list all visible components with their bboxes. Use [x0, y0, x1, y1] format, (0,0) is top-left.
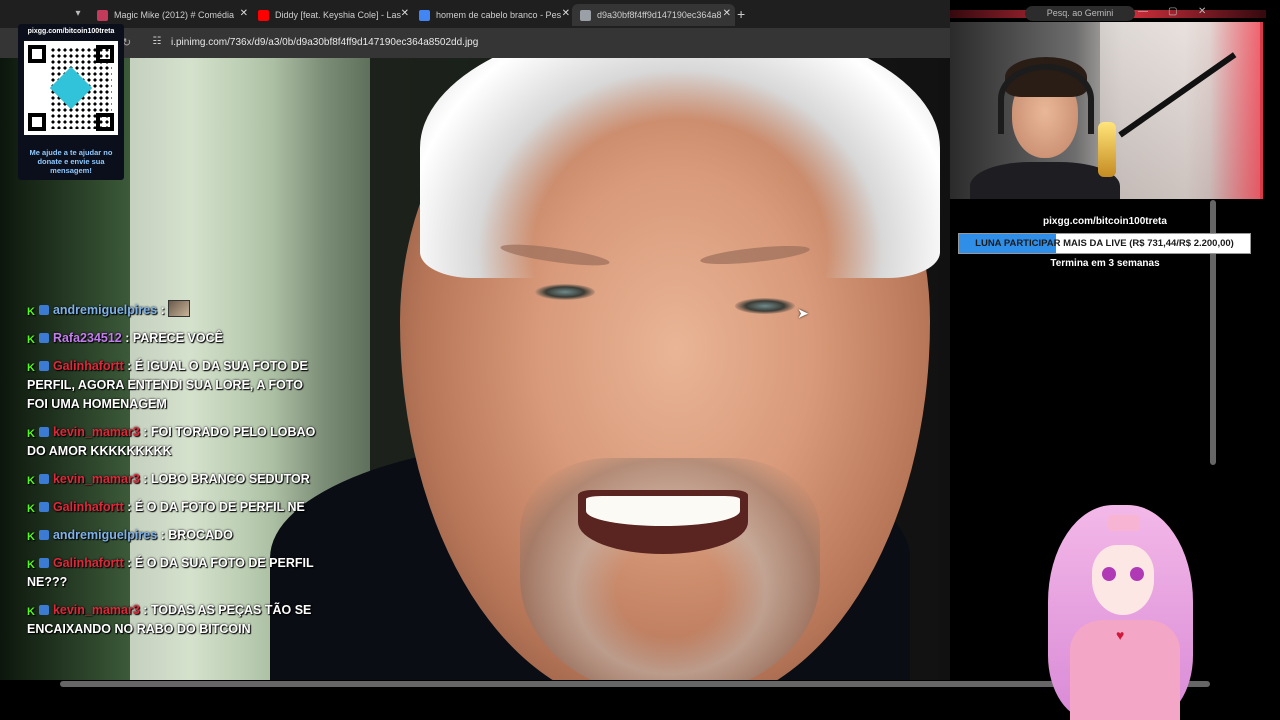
donation-goal-bar: LUNA PARTICIPAR MAIS DA LIVE (R$ 731,44/…	[958, 233, 1251, 254]
donation-message: Me ajude a te ajudar no donate e envie s…	[29, 148, 113, 175]
verified-badge-icon	[38, 502, 49, 512]
kick-badge-icon: K	[27, 362, 35, 374]
tab-3[interactable]: homem de cabelo branco - Pes ✕	[411, 4, 574, 26]
white-hair	[420, 58, 940, 278]
goal-url: pixgg.com/bitcoin100treta	[1043, 216, 1167, 227]
donation-qr-panel: pixgg.com/bitcoin100treta Me ajude a te …	[18, 24, 124, 180]
gemini-search-button[interactable]: Pesq. ao Gemini	[1025, 6, 1135, 21]
teeth	[586, 496, 740, 526]
chat-message: Kkevin_mamar3 : FOI TORADO PELO LOBAO DO…	[27, 425, 316, 458]
verified-badge-icon	[38, 305, 49, 315]
chat-message: K Galinhafortt : É O DA SUA FOTO DE PERFI…	[27, 556, 314, 589]
microphone-icon	[1098, 122, 1116, 177]
mouse-cursor-icon: ➤	[797, 305, 809, 321]
chat-message: K Rafa234512 : PARECE VOCÊ	[27, 331, 223, 346]
chat-username[interactable]: andremiguelpires	[53, 528, 157, 542]
chat-message: Kkevin_mamar3 : TODAS AS PEÇAS TÃO SE EN…	[27, 603, 312, 636]
verified-badge-icon	[38, 558, 49, 568]
chat-username[interactable]: andremiguelpires	[53, 303, 157, 317]
tab-close-icon[interactable]: ✕	[240, 8, 248, 19]
chat-username[interactable]: Galinhafortt	[53, 500, 124, 514]
verified-badge-icon	[38, 605, 49, 615]
chat-text: PARECE VOCÊ	[132, 331, 223, 345]
tab-title: d9a30bf8f4ff9d147190ec364a8	[597, 10, 722, 20]
chat-text: LOBO BRANCO SEDUTOR	[150, 472, 310, 486]
tab-favicon-icon	[97, 9, 108, 21]
chat-username[interactable]: kevin_mamar3	[53, 603, 140, 617]
chat-message: Kandremiguelpires : BROCADO	[27, 528, 233, 543]
streamer-webcam	[950, 22, 1263, 199]
verified-badge-icon	[38, 530, 49, 540]
new-tab-button[interactable]: +	[737, 6, 745, 22]
address-bar: ↻ ☷ i.pinimg.com/736x/d9/a3/0b/d9a30bf8f…	[0, 28, 950, 58]
close-window-icon[interactable]: ✕	[1198, 6, 1206, 17]
tab-title: Diddy [feat. Keyshia Cole] - Las	[275, 10, 402, 20]
goal-ends: Termina em 3 semanas	[1050, 258, 1160, 269]
kick-badge-icon: K	[27, 559, 35, 571]
chat-username[interactable]: Galinhafortt	[53, 556, 124, 570]
goal-label: LUNA PARTICIPAR MAIS DA LIVE (R$ 731,44/…	[975, 238, 1234, 249]
url-text[interactable]: i.pinimg.com/736x/d9/a3/0b/d9a30bf8f4ff9…	[171, 37, 478, 48]
tab-title: homem de cabelo branco - Pes	[436, 10, 562, 20]
chat-overlay: Kandremiguelpires : K Rafa234512 : PARECE…	[27, 300, 327, 648]
donation-url: pixgg.com/bitcoin100treta	[27, 28, 115, 35]
browser-tab-bar: ▾ Magic Mike (2012) # Comédia ✕ Diddy [fea…	[0, 0, 950, 28]
kick-badge-icon: K	[27, 475, 35, 487]
kick-badge-icon: K	[27, 334, 35, 346]
tab-close-icon[interactable]: ✕	[723, 8, 731, 19]
tab-close-icon[interactable]: ✕	[562, 8, 570, 19]
tab-4[interactable]: d9a30bf8f4ff9d147190ec364a8 ✕	[572, 4, 735, 26]
right-eye	[735, 298, 795, 314]
tab-favicon-icon	[580, 9, 591, 21]
chat-message: K Galinhafortt : É O DA FOTO DE PERFIL NE	[27, 500, 305, 515]
chat-username[interactable]: Rafa234512	[53, 331, 122, 345]
kick-badge-icon: K	[27, 606, 35, 618]
chat-message: Kkevin_mamar3 : LOBO BRANCO SEDUTOR	[27, 472, 310, 487]
chat-text: É O DA FOTO DE PERFIL NE	[134, 500, 305, 514]
chat-message: Kandremiguelpires :	[27, 300, 327, 320]
tab-favicon-icon	[419, 9, 430, 21]
maximize-icon[interactable]: ▢	[1168, 6, 1177, 17]
kick-badge-icon: K	[27, 306, 35, 318]
tab-search-icon[interactable]: ▾	[70, 6, 86, 22]
headset-icon	[998, 64, 1094, 134]
verified-badge-icon	[38, 474, 49, 484]
verified-badge-icon	[38, 333, 49, 343]
chat-message: K Galinhafortt : É IGUAL O DA SUA FOTO DE…	[27, 359, 308, 411]
smile	[578, 490, 748, 554]
minimize-icon[interactable]: —	[1138, 6, 1148, 17]
verified-badge-icon	[38, 361, 49, 371]
tab-1[interactable]: Magic Mike (2012) # Comédia ✕	[89, 4, 252, 26]
heart-icon: ♥	[1116, 627, 1125, 643]
kick-badge-icon: K	[27, 503, 35, 515]
chat-username[interactable]: kevin_mamar3	[53, 472, 140, 486]
vtuber-avatar: ♥	[1030, 505, 1210, 720]
chat-username[interactable]: kevin_mamar3	[53, 425, 140, 439]
verified-badge-icon	[38, 427, 49, 437]
tab-title: Magic Mike (2012) # Comédia	[114, 10, 235, 20]
chat-username[interactable]: Galinhafortt	[53, 359, 124, 373]
tab-close-icon[interactable]: ✕	[401, 8, 409, 19]
chat-text: BROCADO	[168, 528, 233, 542]
tab-2[interactable]: Diddy [feat. Keyshia Cole] - Las ✕	[250, 4, 413, 26]
site-info-icon[interactable]: ☷	[150, 35, 164, 49]
kick-badge-icon: K	[27, 531, 35, 543]
chat-emote-icon	[168, 300, 191, 317]
tab-favicon-icon	[258, 9, 269, 21]
left-eye	[535, 284, 595, 300]
qr-code	[24, 41, 118, 135]
kick-badge-icon: K	[27, 428, 35, 440]
